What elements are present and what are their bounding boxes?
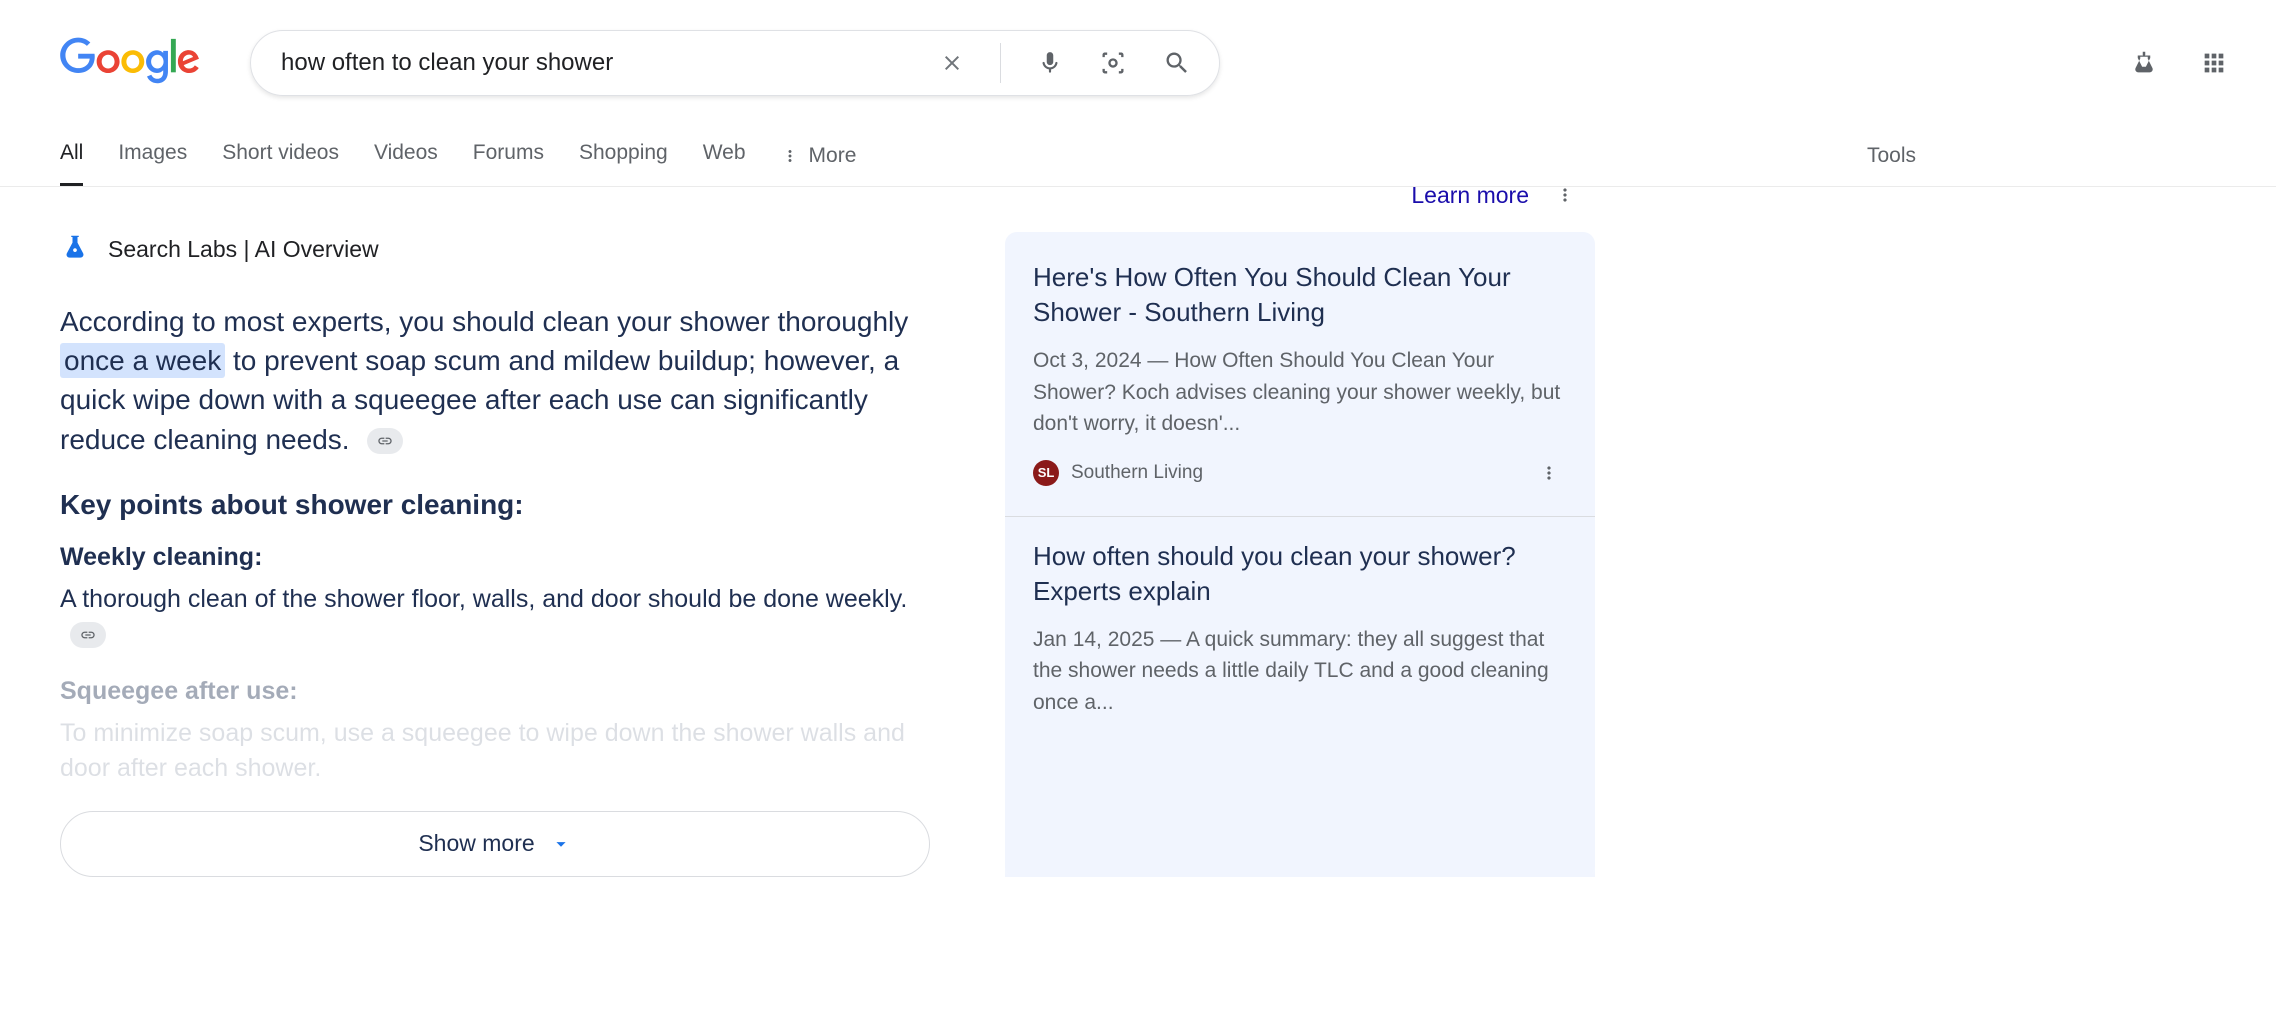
more-options-icon[interactable]	[1547, 177, 1583, 213]
result-card[interactable]: How often should you clean your shower? …	[1005, 517, 1595, 744]
key-points-heading: Key points about shower cleaning:	[60, 489, 945, 521]
search-input[interactable]	[281, 49, 932, 77]
tab-all[interactable]: All	[60, 126, 83, 186]
tab-short-videos[interactable]: Short videos	[222, 126, 339, 186]
source-favicon: SL	[1033, 460, 1059, 486]
tools-button[interactable]: Tools	[1867, 129, 1916, 183]
microphone-icon[interactable]	[1029, 42, 1071, 84]
tab-shopping[interactable]: Shopping	[579, 126, 668, 186]
search-icon[interactable]	[1155, 41, 1199, 85]
camera-icon[interactable]	[1091, 41, 1135, 85]
chevron-down-icon	[550, 833, 572, 855]
flask-icon	[60, 232, 90, 267]
ai-overview-text: According to most experts, you should cl…	[60, 302, 945, 459]
result-title: Here's How Often You Should Clean Your S…	[1033, 260, 1567, 330]
tab-images[interactable]: Images	[118, 126, 187, 186]
card-menu-icon[interactable]	[1531, 455, 1567, 491]
result-snippet: Jan 14, 2025 — A quick summary: they all…	[1033, 624, 1567, 719]
clear-icon[interactable]	[932, 43, 972, 83]
highlight-text: once a week	[60, 343, 225, 378]
result-card[interactable]: Here's How Often You Should Clean Your S…	[1005, 260, 1595, 517]
search-box[interactable]	[250, 30, 1220, 96]
tab-forums[interactable]: Forums	[473, 126, 544, 186]
source-name: Southern Living	[1071, 462, 1203, 484]
apps-icon[interactable]	[2192, 41, 2236, 85]
point-heading-squeegee: Squeegee after use:	[60, 677, 945, 706]
point-text-weekly: A thorough clean of the shower floor, wa…	[60, 582, 945, 652]
point-text-squeegee: To minimize soap scum, use a squeegee to…	[60, 716, 945, 786]
tab-videos[interactable]: Videos	[374, 126, 438, 186]
point-heading-weekly: Weekly cleaning:	[60, 543, 945, 572]
result-title: How often should you clean your shower? …	[1033, 539, 1567, 609]
tab-web[interactable]: Web	[703, 126, 746, 186]
google-logo[interactable]	[60, 37, 200, 90]
result-snippet: Oct 3, 2024 — How Often Should You Clean…	[1033, 345, 1567, 440]
divider	[1000, 43, 1001, 83]
more-vert-icon	[781, 147, 799, 165]
ai-overview-label: Search Labs | AI Overview	[108, 236, 379, 263]
show-more-button[interactable]: Show more	[60, 811, 930, 877]
link-icon[interactable]	[70, 622, 106, 648]
nav-bar: All Images Short videos Videos Forums Sh…	[0, 96, 2276, 187]
link-icon[interactable]	[367, 428, 403, 454]
learn-more-link[interactable]: Learn more	[1411, 182, 1529, 209]
tab-more[interactable]: More	[781, 144, 857, 168]
source-panel: Learn more Here's How Often You Should C…	[1005, 232, 1595, 877]
labs-icon[interactable]	[2121, 40, 2167, 86]
